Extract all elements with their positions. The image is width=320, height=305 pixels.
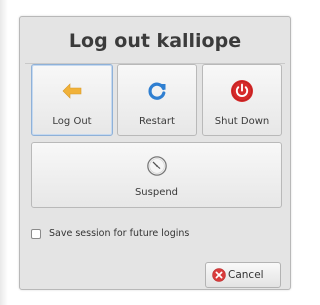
power-icon — [231, 80, 253, 102]
cancel-icon — [212, 268, 226, 282]
suspend-button[interactable]: Suspend — [31, 142, 282, 208]
save-session-label: Save session for future logins — [49, 228, 190, 239]
logout-dialog: Log out kalliope Log Out Restart Shut Do… — [19, 16, 291, 290]
shut-down-button[interactable]: Shut Down — [202, 64, 282, 136]
refresh-icon — [148, 82, 166, 100]
log-out-label: Log Out — [52, 116, 92, 127]
window-edge — [0, 0, 8, 305]
shut-down-label: Shut Down — [214, 116, 270, 127]
restart-button[interactable]: Restart — [117, 64, 197, 136]
restart-label: Restart — [139, 116, 175, 127]
cancel-label: Cancel — [228, 269, 264, 281]
suspend-label: Suspend — [134, 187, 179, 198]
arrow-left-icon — [62, 83, 82, 99]
clock-icon — [146, 156, 167, 176]
cancel-button[interactable]: Cancel — [205, 262, 281, 288]
save-session-checkbox[interactable] — [31, 229, 41, 239]
log-out-button[interactable]: Log Out — [31, 64, 113, 136]
dialog-title: Log out kalliope — [68, 30, 242, 52]
